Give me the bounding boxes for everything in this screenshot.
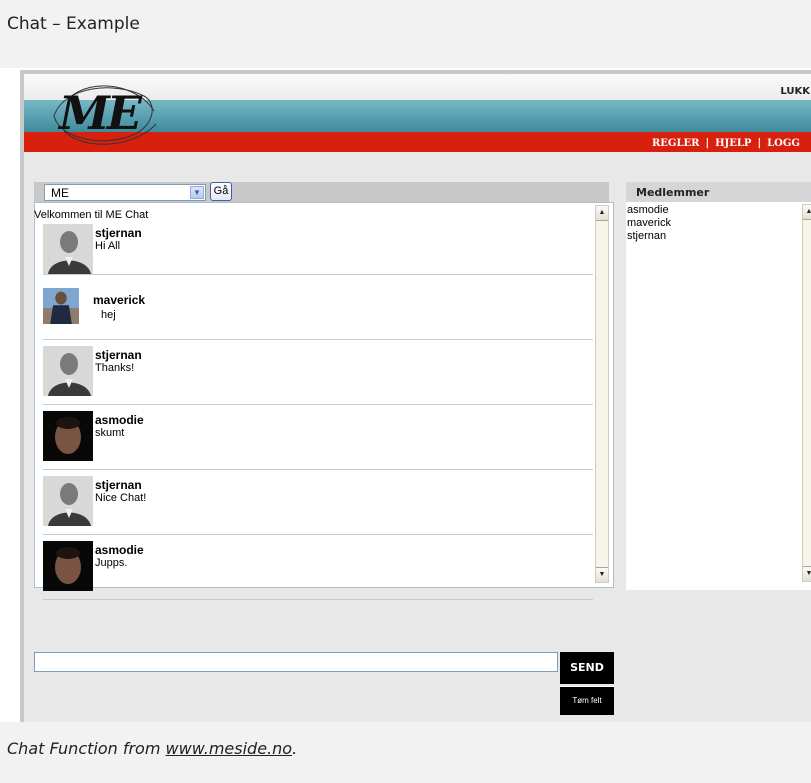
members-header: Medlemmer (626, 182, 811, 202)
message-author[interactable]: stjernan (95, 478, 142, 492)
send-button[interactable]: SEND (560, 652, 614, 684)
chat-log[interactable]: Velkommen til ME Chat stjernan Hi All ma… (34, 202, 614, 600)
message-author[interactable]: asmodie (95, 413, 144, 427)
chat-message: stjernan Hi All (43, 224, 593, 275)
scroll-up-arrow-icon[interactable]: ▲ (803, 205, 811, 220)
avatar (43, 288, 79, 324)
caption-link[interactable]: www.meside.no (166, 739, 293, 758)
avatar (43, 476, 93, 526)
message-text: skumt (95, 427, 125, 439)
members-list[interactable]: asmodie maverick stjernan ▲ ▼ (626, 202, 811, 590)
close-link[interactable]: LUKK (780, 86, 810, 97)
chat-scrollbar[interactable]: ▲ ▼ (595, 205, 609, 583)
message-author[interactable]: maverick (93, 293, 145, 307)
nav-links: REGLER | HJELP | LOGG (652, 138, 800, 149)
clear-field-button[interactable]: Tøm felt (560, 686, 614, 715)
nav-help-link[interactable]: HJELP (715, 138, 751, 149)
nav-logout-link[interactable]: LOGG (767, 138, 800, 149)
scroll-down-arrow-icon[interactable]: ▼ (596, 567, 608, 582)
go-button[interactable]: Gå (210, 182, 232, 201)
scroll-down-arrow-icon[interactable]: ▼ (803, 566, 811, 581)
scroll-up-arrow-icon[interactable]: ▲ (596, 206, 608, 221)
chat-message: stjernan Thanks! (43, 340, 593, 405)
caption-text: Chat Function from www.meside.no. (7, 739, 297, 758)
caption-prefix: Chat Function from (7, 739, 166, 758)
avatar (43, 411, 93, 461)
avatar (43, 224, 93, 274)
message-text: Nice Chat! (95, 492, 147, 504)
message-text: Hi All (95, 240, 121, 252)
chevron-down-icon[interactable]: ▼ (190, 186, 204, 199)
document-title-bar: Chat – Example (0, 0, 811, 68)
members-title: Medlemmer (636, 186, 710, 199)
avatar (43, 541, 93, 591)
nav-separator: | (757, 138, 762, 149)
message-text: Jupps. (95, 557, 128, 569)
content-area: ME ▼ Gå Velkommen til ME Chat stjernan H… (24, 152, 811, 722)
message-text: hej (101, 309, 116, 321)
nav-separator: | (705, 138, 710, 149)
message-list: stjernan Hi All maverick hej stjernan Th… (43, 224, 593, 600)
chat-app: ME LUKK REGLER | HJELP | LOGG ME ▼ Gå Ve… (24, 74, 811, 722)
caption-suffix: . (292, 739, 298, 758)
chat-message: stjernan Nice Chat! (43, 470, 593, 535)
chat-message: maverick hej (43, 275, 593, 340)
message-author[interactable]: asmodie (95, 543, 144, 557)
screenshot-frame: ME LUKK REGLER | HJELP | LOGG ME ▼ Gå Ve… (20, 70, 811, 722)
logo-text: ME (59, 86, 142, 140)
room-bar: ME ▼ Gå (34, 182, 609, 202)
chat-message: asmodie skumt (43, 405, 593, 470)
me-logo[interactable]: ME (44, 76, 164, 154)
chat-message: asmodie Jupps. (43, 535, 593, 600)
members-scrollbar[interactable]: ▲ ▼ (802, 204, 811, 582)
figure-caption: Chat Function from www.meside.no. (0, 722, 811, 783)
message-text: Thanks! (95, 362, 135, 374)
document-title: Chat – Example (7, 14, 140, 34)
message-author[interactable]: stjernan (95, 226, 142, 240)
message-author[interactable]: stjernan (95, 348, 142, 362)
welcome-message: Velkommen til ME Chat (34, 209, 149, 221)
message-input[interactable] (34, 652, 558, 672)
member-item[interactable]: maverick (627, 217, 671, 229)
room-select[interactable]: ME ▼ (44, 184, 206, 201)
nav-rules-link[interactable]: REGLER (652, 138, 699, 149)
avatar (43, 346, 93, 396)
member-item[interactable]: stjernan (627, 230, 666, 242)
room-select-value: ME (51, 186, 69, 200)
member-item[interactable]: asmodie (627, 204, 669, 216)
